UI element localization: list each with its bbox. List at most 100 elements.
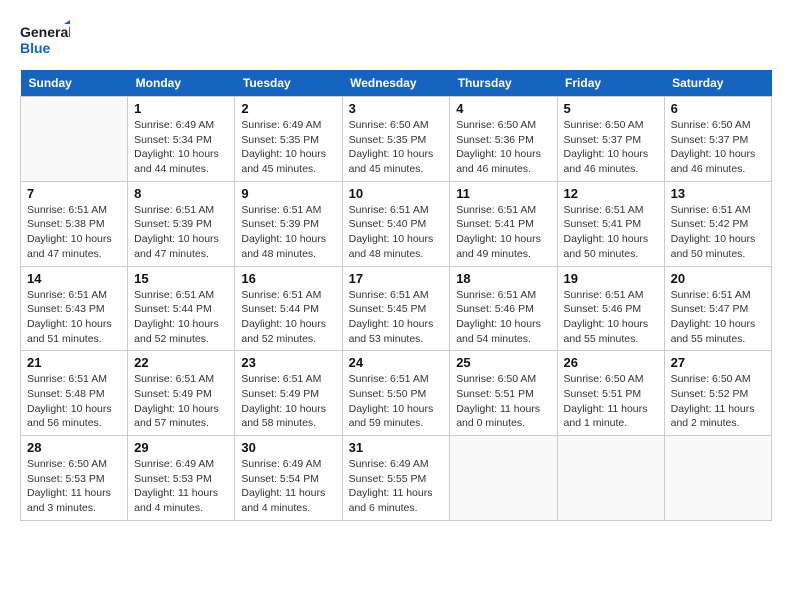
day-info: Sunrise: 6:49 AMSunset: 5:35 PMDaylight:… [241,118,335,177]
day-info: Sunrise: 6:50 AMSunset: 5:37 PMDaylight:… [564,118,658,177]
day-cell: 6 Sunrise: 6:50 AMSunset: 5:37 PMDaylight… [664,97,771,182]
day-cell: 7Sunrise: 6:51 AMSunset: 5:38 PMDaylight… [21,181,128,266]
day-cell: 22 Sunrise: 6:51 AMSunset: 5:49 PMDayligh… [128,351,235,436]
day-cell: 18Sunrise: 6:51 AMSunset: 5:46 PMDayligh… [450,266,557,351]
day-cell: 27 Sunrise: 6:50 AMSunset: 5:52 PMDayligh… [664,351,771,436]
week-row-4: 21 Sunrise: 6:51 AMSunset: 5:48 PMDayligh… [21,351,772,436]
day-info: Sunrise: 6:51 AMSunset: 5:39 PMDaylight:… [241,203,335,262]
day-number: 25 [456,355,550,370]
day-info: Sunrise: 6:50 AMSunset: 5:37 PMDaylight:… [671,118,765,177]
day-info: Sunrise: 6:51 AMSunset: 5:40 PMDaylight:… [349,203,444,262]
day-cell: 24 Sunrise: 6:51 AMSunset: 5:50 PMDayligh… [342,351,450,436]
day-info: Sunrise: 6:50 AMSunset: 5:35 PMDaylight:… [349,118,444,177]
logo: General Blue [20,20,70,60]
column-header-tuesday: Tuesday [235,70,342,97]
day-cell: 25 Sunrise: 6:50 AMSunset: 5:51 PMDayligh… [450,351,557,436]
day-cell: 8 Sunrise: 6:51 AMSunset: 5:39 PMDaylight… [128,181,235,266]
day-info: Sunrise: 6:51 AMSunset: 5:44 PMDaylight:… [134,288,228,347]
day-info: Sunrise: 6:49 AMSunset: 5:34 PMDaylight:… [134,118,228,177]
day-cell: 26Sunrise: 6:50 AMSunset: 5:51 PMDayligh… [557,351,664,436]
day-info: Sunrise: 6:50 AMSunset: 5:51 PMDaylight:… [456,372,550,431]
day-cell: 28 Sunrise: 6:50 AMSunset: 5:53 PMDayligh… [21,436,128,521]
day-cell: 20 Sunrise: 6:51 AMSunset: 5:47 PMDayligh… [664,266,771,351]
day-number: 10 [349,186,444,201]
day-info: Sunrise: 6:51 AMSunset: 5:50 PMDaylight:… [349,372,444,431]
day-cell: 23 Sunrise: 6:51 AMSunset: 5:49 PMDayligh… [235,351,342,436]
day-number: 20 [671,271,765,286]
day-info: Sunrise: 6:50 AMSunset: 5:52 PMDaylight:… [671,372,765,431]
calendar-table: SundayMondayTuesdayWednesdayThursdayFrid… [20,70,772,521]
day-number: 15 [134,271,228,286]
day-cell: 19Sunrise: 6:51 AMSunset: 5:46 PMDayligh… [557,266,664,351]
day-info: Sunrise: 6:51 AMSunset: 5:46 PMDaylight:… [456,288,550,347]
day-number: 27 [671,355,765,370]
day-info: Sunrise: 6:51 AMSunset: 5:47 PMDaylight:… [671,288,765,347]
day-cell: 10 Sunrise: 6:51 AMSunset: 5:40 PMDayligh… [342,181,450,266]
day-number: 11 [456,186,550,201]
day-number: 2 [241,101,335,116]
column-header-sunday: Sunday [21,70,128,97]
day-info: Sunrise: 6:49 AMSunset: 5:54 PMDaylight:… [241,457,335,516]
day-cell [450,436,557,521]
day-number: 23 [241,355,335,370]
day-cell: 1 Sunrise: 6:49 AMSunset: 5:34 PMDaylight… [128,97,235,182]
day-info: Sunrise: 6:49 AMSunset: 5:55 PMDaylight:… [349,457,444,516]
day-number: 22 [134,355,228,370]
day-cell: 14 Sunrise: 6:51 AMSunset: 5:43 PMDayligh… [21,266,128,351]
day-number: 6 [671,101,765,116]
day-cell [21,97,128,182]
day-info: Sunrise: 6:51 AMSunset: 5:43 PMDaylight:… [27,288,121,347]
day-cell: 5 Sunrise: 6:50 AMSunset: 5:37 PMDaylight… [557,97,664,182]
day-number: 5 [564,101,658,116]
day-info: Sunrise: 6:51 AMSunset: 5:45 PMDaylight:… [349,288,444,347]
day-info: Sunrise: 6:51 AMSunset: 5:48 PMDaylight:… [27,372,121,431]
day-number: 21 [27,355,121,370]
day-number: 12 [564,186,658,201]
day-number: 3 [349,101,444,116]
day-number: 8 [134,186,228,201]
week-row-1: 1 Sunrise: 6:49 AMSunset: 5:34 PMDaylight… [21,97,772,182]
day-cell [557,436,664,521]
day-number: 26 [564,355,658,370]
day-info: Sunrise: 6:49 AMSunset: 5:53 PMDaylight:… [134,457,228,516]
column-header-monday: Monday [128,70,235,97]
day-info: Sunrise: 6:51 AMSunset: 5:49 PMDaylight:… [134,372,228,431]
day-cell: 2 Sunrise: 6:49 AMSunset: 5:35 PMDaylight… [235,97,342,182]
day-cell: 17 Sunrise: 6:51 AMSunset: 5:45 PMDayligh… [342,266,450,351]
day-number: 29 [134,440,228,455]
day-cell [664,436,771,521]
day-info: Sunrise: 6:51 AMSunset: 5:49 PMDaylight:… [241,372,335,431]
day-number: 1 [134,101,228,116]
day-number: 16 [241,271,335,286]
day-number: 31 [349,440,444,455]
column-header-friday: Friday [557,70,664,97]
day-cell: 15 Sunrise: 6:51 AMSunset: 5:44 PMDayligh… [128,266,235,351]
day-info: Sunrise: 6:51 AMSunset: 5:41 PMDaylight:… [564,203,658,262]
day-number: 17 [349,271,444,286]
day-info: Sunrise: 6:50 AMSunset: 5:53 PMDaylight:… [27,457,121,516]
day-cell: 31 Sunrise: 6:49 AMSunset: 5:55 PMDayligh… [342,436,450,521]
day-cell: 21 Sunrise: 6:51 AMSunset: 5:48 PMDayligh… [21,351,128,436]
day-number: 24 [349,355,444,370]
day-number: 7 [27,186,121,201]
header-row: SundayMondayTuesdayWednesdayThursdayFrid… [21,70,772,97]
day-info: Sunrise: 6:51 AMSunset: 5:39 PMDaylight:… [134,203,228,262]
svg-text:Blue: Blue [20,40,51,56]
day-info: Sunrise: 6:51 AMSunset: 5:41 PMDaylight:… [456,203,550,262]
day-cell: 3 Sunrise: 6:50 AMSunset: 5:35 PMDaylight… [342,97,450,182]
logo-svg: General Blue [20,20,70,60]
day-cell: 4Sunrise: 6:50 AMSunset: 5:36 PMDaylight… [450,97,557,182]
day-info: Sunrise: 6:51 AMSunset: 5:46 PMDaylight:… [564,288,658,347]
day-number: 14 [27,271,121,286]
day-cell: 30Sunrise: 6:49 AMSunset: 5:54 PMDayligh… [235,436,342,521]
week-row-3: 14 Sunrise: 6:51 AMSunset: 5:43 PMDayligh… [21,266,772,351]
week-row-2: 7Sunrise: 6:51 AMSunset: 5:38 PMDaylight… [21,181,772,266]
day-number: 28 [27,440,121,455]
day-cell: 11 Sunrise: 6:51 AMSunset: 5:41 PMDayligh… [450,181,557,266]
page-header: General Blue [20,20,772,60]
day-info: Sunrise: 6:51 AMSunset: 5:44 PMDaylight:… [241,288,335,347]
week-row-5: 28 Sunrise: 6:50 AMSunset: 5:53 PMDayligh… [21,436,772,521]
column-header-wednesday: Wednesday [342,70,450,97]
svg-text:General: General [20,24,70,40]
day-number: 9 [241,186,335,201]
